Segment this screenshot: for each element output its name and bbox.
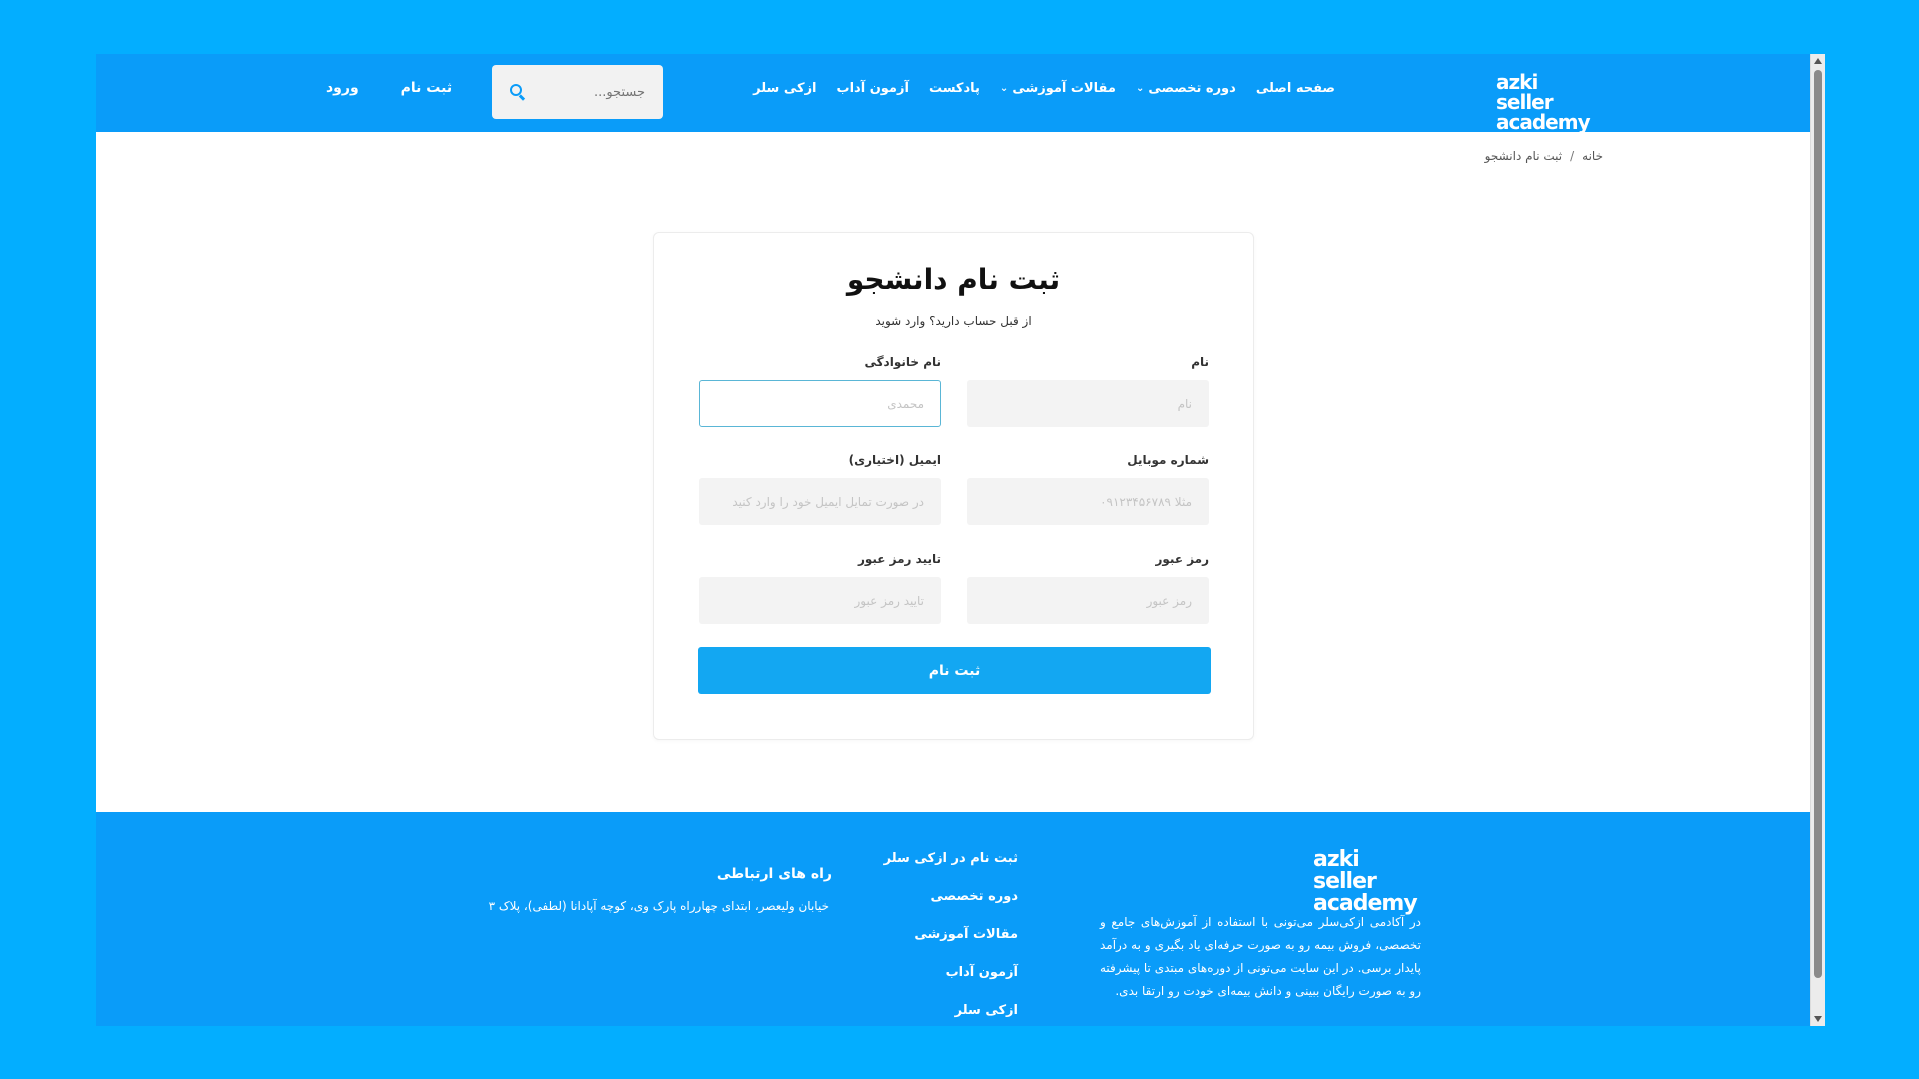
first-name-field[interactable] xyxy=(967,380,1209,427)
confirm-password-field[interactable] xyxy=(699,577,941,624)
confirm-password-label: تایید رمز عبور xyxy=(857,552,941,566)
footer-link-register[interactable]: ثبت نام در ازکی سلر xyxy=(884,851,1018,866)
mobile-field[interactable] xyxy=(967,478,1209,525)
footer-link-azki-seller[interactable]: ازکی سلر xyxy=(955,1003,1018,1018)
nav-articles-label: مقالات آموزشی xyxy=(1012,81,1116,96)
breadcrumb: خانه / ثبت نام دانشجو xyxy=(1485,149,1603,163)
last-name-field[interactable] xyxy=(699,380,941,427)
register-link[interactable]: ثبت نام xyxy=(401,80,452,96)
footer-link-articles[interactable]: مقالات آموزشی xyxy=(914,927,1018,942)
mobile-group: شماره موبایل xyxy=(967,453,1209,525)
nav-azki-seller-label: ازکی سلر xyxy=(753,81,817,96)
footer-logo-line-1: azki seller xyxy=(1313,847,1377,894)
nav-adab-exam-label: آزمون آداب xyxy=(836,81,909,96)
email-group: ایمیل (اختیاری) xyxy=(699,453,941,525)
page-title: ثبت نام دانشجو xyxy=(846,263,1061,296)
nav-articles[interactable]: مقالات آموزشی ⌄ xyxy=(1000,81,1116,96)
nav-adab-exam[interactable]: آزمون آداب xyxy=(837,81,909,96)
breadcrumb-separator: / xyxy=(1570,149,1575,163)
search-icon[interactable] xyxy=(510,84,526,101)
logo-line-2: academy xyxy=(1496,110,1591,134)
footer-links: ثبت نام در ازکی سلر دوره تخصصی مقالات آم… xyxy=(884,851,1018,1018)
logo-line-1: azki seller xyxy=(1496,70,1554,114)
nav-podcast-label: پادکست xyxy=(928,81,980,96)
scroll-up-icon[interactable] xyxy=(1814,58,1822,64)
confirm-password-group: تایید رمز عبور xyxy=(699,552,941,624)
chevron-down-icon: ⌄ xyxy=(1135,83,1145,94)
last-name-label: نام خانوادگی xyxy=(864,355,941,369)
registration-card: ثبت نام دانشجو از قبل حساب دارید؟ وارد ش… xyxy=(653,232,1254,740)
nav-courses[interactable]: دوره تخصصی ⌄ xyxy=(1136,81,1236,96)
site-footer: azki seller academy در آکادمی ازکی‌سلر م… xyxy=(96,812,1810,1026)
password-field[interactable] xyxy=(967,577,1209,624)
email-label: ایمیل (اختیاری) xyxy=(848,453,941,467)
chevron-down-icon: ⌄ xyxy=(999,83,1009,94)
browser-viewport: azki seller academy صفحه اصلی دوره تخصصی… xyxy=(96,54,1825,1026)
password-group: رمز عبور xyxy=(967,552,1209,624)
scroll-thumb[interactable] xyxy=(1814,70,1822,978)
site-logo[interactable]: azki seller academy xyxy=(1496,70,1591,134)
breadcrumb-home[interactable]: خانه xyxy=(1582,149,1603,163)
site-header: azki seller academy صفحه اصلی دوره تخصصی… xyxy=(96,54,1810,132)
auth-links: ثبت نام ورود xyxy=(326,80,452,96)
search-input[interactable] xyxy=(545,84,645,100)
footer-description: در آکادمی ازکی‌سلر می‌تونی با استفاده از… xyxy=(1100,915,1421,998)
login-prompt-link[interactable]: از قبل حساب دارید؟ وارد شوید xyxy=(654,314,1253,328)
footer-logo[interactable]: azki seller academy xyxy=(1313,849,1421,915)
first-name-group: نام xyxy=(967,355,1209,427)
mobile-label: شماره موبایل xyxy=(1127,453,1209,467)
nav-courses-label: دوره تخصصی xyxy=(1148,81,1236,96)
breadcrumb-current: ثبت نام دانشجو xyxy=(1484,149,1563,163)
contact-address: خیابان ولیعصر، ابتدای چهارراه پارک وی، ک… xyxy=(488,899,829,913)
login-link[interactable]: ورود xyxy=(326,80,359,96)
email-field[interactable] xyxy=(699,478,941,525)
nav-podcast[interactable]: پادکست xyxy=(929,81,980,96)
footer-link-courses[interactable]: دوره تخصصی xyxy=(931,889,1018,904)
search-box xyxy=(492,65,663,119)
last-name-group: نام خانوادگی xyxy=(699,355,941,427)
first-name-label: نام xyxy=(1191,355,1209,369)
footer-link-adab-exam[interactable]: آزمون آداب xyxy=(946,965,1018,980)
page-scrollbar[interactable] xyxy=(1810,54,1825,1026)
contact-title: راه های ارتباطی xyxy=(716,866,832,882)
nav-home-label: صفحه اصلی xyxy=(1255,81,1335,96)
password-label: رمز عبور xyxy=(1155,552,1209,566)
scroll-down-icon[interactable] xyxy=(1814,1016,1822,1022)
register-submit-button[interactable]: ثبت نام xyxy=(698,647,1211,694)
main-nav: صفحه اصلی دوره تخصصی ⌄ مقالات آموزشی ⌄ پاد… xyxy=(753,81,1335,96)
nav-home[interactable]: صفحه اصلی xyxy=(1256,81,1335,96)
nav-azki-seller[interactable]: ازکی سلر xyxy=(753,81,816,96)
